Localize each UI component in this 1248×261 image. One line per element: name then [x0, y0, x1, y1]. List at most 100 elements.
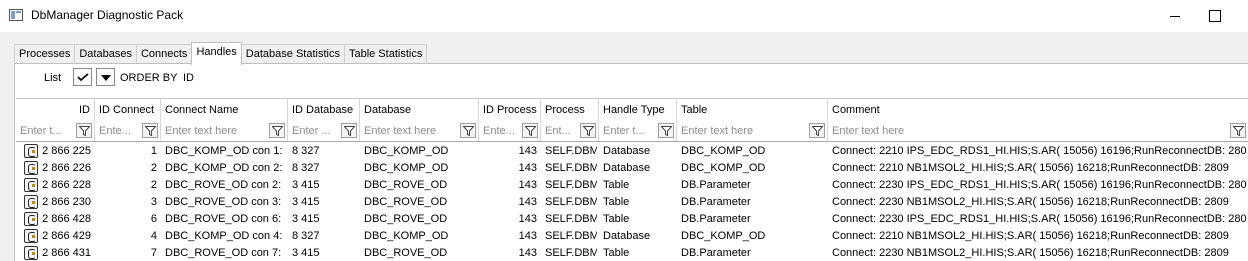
- column-header-id[interactable]: ID: [16, 99, 95, 121]
- cell-comment: Connect: 2230 IPS_EDC_RDS1_HI.HIS;S.AR( …: [832, 179, 1247, 191]
- minimize-button[interactable]: [1162, 6, 1188, 26]
- filter-cell-handle-type: Enter t...: [599, 121, 677, 141]
- cell-handle-type: Table: [603, 247, 630, 259]
- cell-id-process: 143: [518, 213, 537, 225]
- table-row[interactable]: 2 866 225 1 DBC_KOMP_OD con 1: 8 327 DBC_KOM…: [16, 143, 1248, 160]
- column-header-process[interactable]: Process: [541, 99, 599, 121]
- tab-strip: Processes Databases Connects Handles Dat…: [14, 42, 428, 65]
- filter-funnel-icon[interactable]: [142, 123, 158, 138]
- cell-database: DBC_KOMP_OD: [364, 162, 449, 174]
- tab-table-statistics[interactable]: Table Statistics: [343, 44, 428, 65]
- tab-databases[interactable]: Databases: [74, 44, 137, 65]
- filter-funnel-icon[interactable]: [341, 123, 357, 138]
- filter-input-database[interactable]: Enter text here: [364, 125, 457, 137]
- cell-id-process: 143: [518, 196, 537, 208]
- order-by-value[interactable]: ID: [183, 72, 194, 84]
- filter-input-connect-name[interactable]: Enter text here: [165, 125, 266, 137]
- cell-comment: Connect: 2230 NB1MSOL2_HI.HIS;S.AR( 1505…: [832, 196, 1229, 208]
- cell-id-process: 143: [518, 247, 537, 259]
- handle-icon: [24, 212, 38, 226]
- filter-cell-id-database: Enter ...: [288, 121, 360, 141]
- filter-cell-connect-name: Enter text here: [161, 121, 288, 141]
- column-header-connect-name[interactable]: Connect Name: [161, 99, 288, 121]
- column-header-comment[interactable]: Comment: [828, 99, 1248, 121]
- filter-funnel-icon[interactable]: [269, 123, 285, 138]
- column-header-table[interactable]: Table: [677, 99, 828, 121]
- filter-cell-database: Enter text here: [360, 121, 479, 141]
- column-header-id-database[interactable]: ID Database: [288, 99, 360, 121]
- filter-funnel-icon[interactable]: [580, 123, 596, 138]
- filter-funnel-icon[interactable]: [809, 123, 825, 138]
- table-row[interactable]: 2 866 230 3 DBC_ROVE_OD con 3: 3 415 DBC_ROV…: [16, 194, 1248, 211]
- filter-input-id-connect[interactable]: Ente...: [99, 125, 139, 137]
- filter-input-id[interactable]: Enter t...: [20, 125, 73, 137]
- tab-database-statistics[interactable]: Database Statistics: [240, 44, 345, 65]
- handle-icon: [24, 161, 38, 175]
- handle-icon: [24, 246, 38, 260]
- filter-funnel-icon[interactable]: [522, 123, 538, 138]
- maximize-button[interactable]: [1201, 6, 1227, 26]
- filter-funnel-icon[interactable]: [658, 123, 674, 138]
- cell-id: 2 866 228: [42, 179, 91, 191]
- filter-funnel-icon[interactable]: [1230, 123, 1246, 138]
- table-row[interactable]: 2 866 431 7 DBC_ROVE_OD con 7: 3 415 DBC_ROV…: [16, 245, 1248, 261]
- tab-connects[interactable]: Connects: [135, 44, 193, 65]
- filter-input-process[interactable]: Ent...: [545, 125, 577, 137]
- cell-database: DBC_ROVE_OD: [364, 196, 448, 208]
- cell-table: DBC_KOMP_OD: [681, 145, 766, 157]
- filter-input-table[interactable]: Enter text here: [681, 125, 806, 137]
- tab-processes[interactable]: Processes: [14, 44, 76, 65]
- cell-process: SELF.DBM: [545, 213, 597, 225]
- table-row[interactable]: 2 866 228 2 DBC_ROVE_OD con 2: 3 415 DBC_ROV…: [16, 177, 1248, 194]
- cell-id: 2 866 429: [42, 230, 91, 242]
- list-checkbox[interactable]: [73, 68, 92, 86]
- checkmark-icon: [77, 73, 89, 82]
- table-row[interactable]: 2 866 428 6 DBC_ROVE_OD con 6: 3 415 DBC_ROV…: [16, 211, 1248, 228]
- table-row[interactable]: 2 866 429 4 DBC_KOMP_OD con 4: 8 327 DBC_KOM…: [16, 228, 1248, 245]
- handle-icon: [24, 144, 38, 158]
- cell-connect-name: DBC_ROVE_OD con 7:: [165, 247, 282, 259]
- column-header-id-process[interactable]: ID Process: [479, 99, 541, 121]
- cell-database: DBC_ROVE_OD: [364, 179, 448, 191]
- column-header-id-connect[interactable]: ID Connect: [95, 99, 161, 121]
- cell-id-database: 3 415: [292, 196, 320, 208]
- handle-icon: [24, 178, 38, 192]
- column-header-handle-type[interactable]: Handle Type: [599, 99, 677, 121]
- filter-cell-table: Enter text here: [677, 121, 828, 141]
- handle-icon: [24, 195, 38, 209]
- cell-connect-name: DBC_KOMP_OD con 2:: [165, 162, 283, 174]
- cell-handle-type: Database: [603, 230, 651, 242]
- cell-database: DBC_ROVE_OD: [364, 247, 448, 259]
- filter-funnel-icon[interactable]: [460, 123, 476, 138]
- cell-handle-type: Table: [603, 213, 630, 225]
- cell-id-connect: 4: [150, 230, 157, 242]
- filter-input-id-process[interactable]: Ente...: [483, 125, 519, 137]
- order-dropdown-button[interactable]: [96, 68, 115, 86]
- cell-id-connect: 7: [150, 247, 157, 259]
- column-header-database[interactable]: Database: [360, 99, 479, 121]
- cell-id-process: 143: [518, 179, 537, 191]
- cell-connect-name: DBC_KOMP_OD con 1:: [165, 145, 283, 157]
- tab-handles[interactable]: Handles: [191, 42, 242, 65]
- filter-input-handle-type[interactable]: Enter t...: [603, 125, 655, 137]
- order-by-label: ORDER BY: [120, 72, 178, 84]
- cell-handle-type: Table: [603, 179, 630, 191]
- title-bar: DbManager Diagnostic Pack: [0, 0, 1248, 32]
- cell-handle-type: Database: [603, 162, 651, 174]
- cell-table: DBC_KOMP_OD: [681, 162, 766, 174]
- cell-table: DB.Parameter: [681, 213, 751, 225]
- cell-comment: Connect: 2230 NB1MSOL2_HI.HIS;S.AR( 1505…: [832, 247, 1229, 259]
- cell-comment: Connect: 2210 NB1MSOL2_HI.HIS;S.AR( 1505…: [832, 162, 1229, 174]
- cell-id-connect: 2: [150, 162, 157, 174]
- filter-input-id-database[interactable]: Enter ...: [292, 125, 338, 137]
- filter-funnel-icon[interactable]: [76, 123, 92, 138]
- cell-id-database: 8 327: [292, 145, 320, 157]
- cell-id-process: 143: [518, 162, 537, 174]
- cell-process: SELF.DBM: [545, 230, 597, 242]
- filter-cell-process: Ent...: [541, 121, 599, 141]
- table-row[interactable]: 2 866 226 2 DBC_KOMP_OD con 2: 8 327 DBC_KOM…: [16, 160, 1248, 177]
- filter-input-comment[interactable]: Enter text here: [832, 125, 1227, 137]
- cell-process: SELF.DBM: [545, 196, 597, 208]
- cell-id: 2 866 431: [42, 247, 91, 259]
- cell-id-process: 143: [518, 145, 537, 157]
